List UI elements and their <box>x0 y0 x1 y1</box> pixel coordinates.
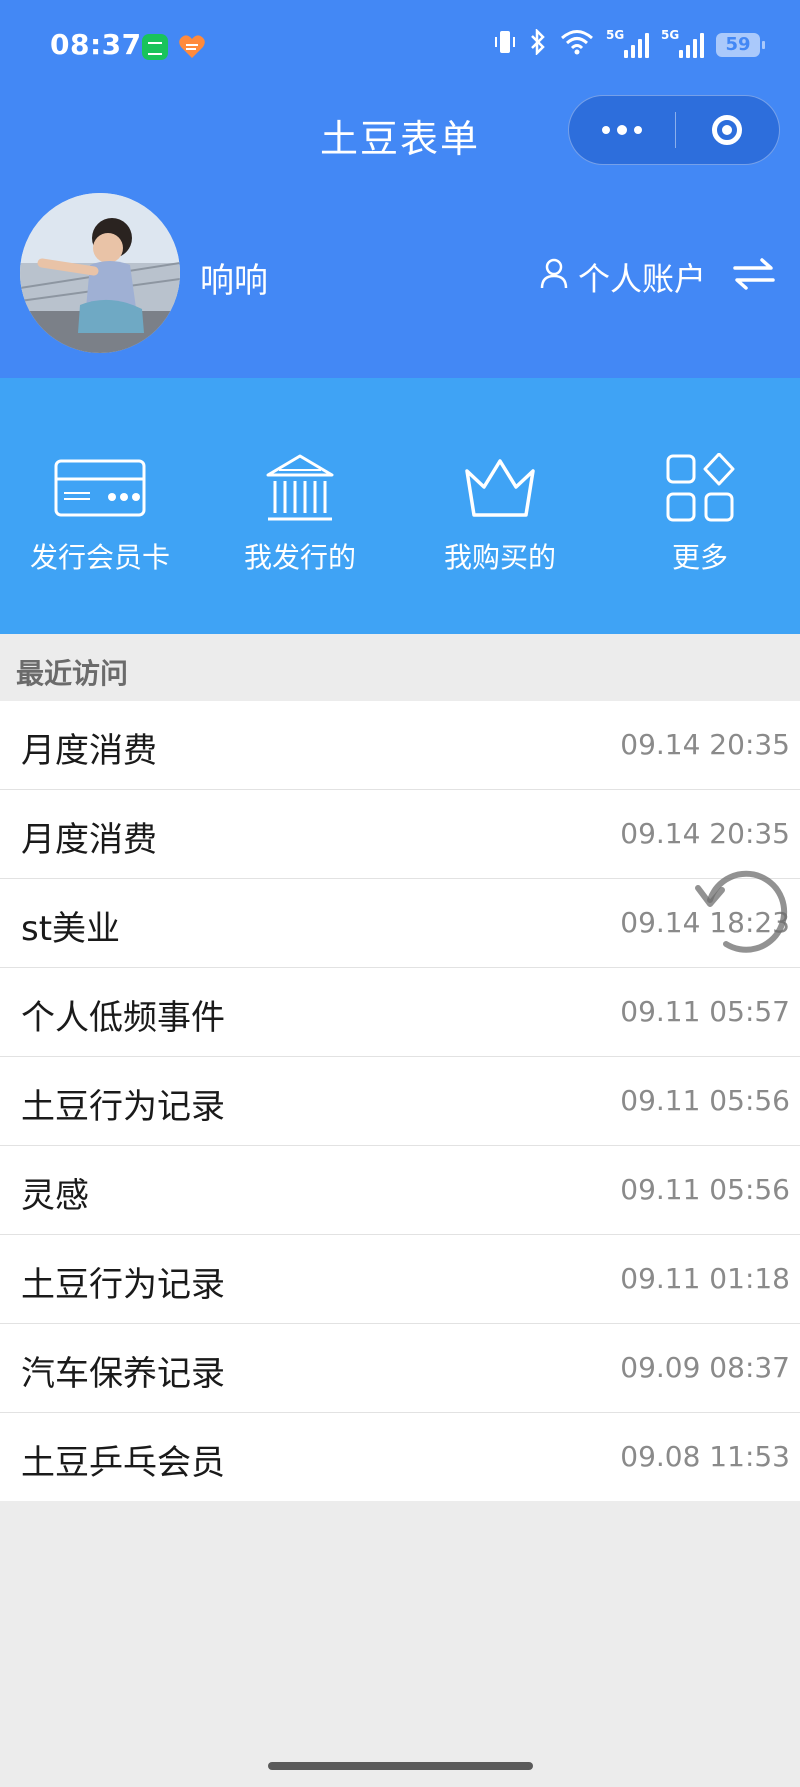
signal-strength-icon-2: 5G <box>661 28 704 58</box>
item-name: 月度消费 <box>21 820 157 860</box>
item-name: 灵感 <box>21 1176 89 1216</box>
item-name: 土豆行为记录 <box>21 1265 225 1305</box>
item-name: 土豆乒乓会员 <box>21 1443 225 1483</box>
item-name: st美业 <box>21 909 121 949</box>
grid-more-icon <box>600 448 800 528</box>
recent-list: 月度消费 09.14 20:35 月度消费 09.14 20:35 st美业 09.1… <box>0 701 800 1501</box>
avatar[interactable] <box>20 193 180 353</box>
more-options-button[interactable] <box>569 96 675 164</box>
recent-heading: 最近访问 <box>16 657 129 690</box>
item-time: 09.11 05:56 <box>620 1173 790 1206</box>
close-miniprogram-button[interactable] <box>675 96 779 164</box>
menu-item-my-purchased[interactable]: 我购买的 <box>400 378 600 634</box>
username: 响响 <box>200 261 268 301</box>
target-icon <box>712 115 742 145</box>
account-label: 个人账户 <box>578 260 707 298</box>
item-name: 个人低频事件 <box>21 998 225 1038</box>
list-item[interactable]: 月度消费 09.14 20:35 <box>0 701 800 790</box>
menu-label: 发行会员卡 <box>29 541 170 574</box>
battery-indicator: 59 <box>716 33 765 57</box>
menu-label: 我发行的 <box>243 541 356 574</box>
user-icon <box>540 257 568 297</box>
miniprogram-capsule <box>568 95 780 165</box>
quick-menu: 发行会员卡 我发行的 我购买的 更多 <box>0 378 800 634</box>
vibrate-icon <box>494 29 516 61</box>
item-name: 土豆行为记录 <box>21 1087 225 1127</box>
menu-item-issue-card[interactable]: 发行会员卡 <box>0 378 200 634</box>
crown-icon <box>400 448 600 528</box>
signal-strength-icon: 5G <box>606 28 649 58</box>
header-area: 08:37 5G 5G 59 土豆表单 响响 个人账户 <box>0 0 800 378</box>
membership-card-icon <box>0 448 200 528</box>
switch-account-icon[interactable] <box>732 256 776 296</box>
list-item[interactable]: 月度消费 09.14 20:35 <box>0 790 800 879</box>
bluetooth-icon <box>528 27 548 61</box>
list-item[interactable]: 个人低频事件 09.11 05:57 <box>0 968 800 1057</box>
item-name: 汽车保养记录 <box>21 1354 225 1394</box>
refresh-spinner-icon <box>688 858 788 958</box>
status-bar: 08:37 5G 5G 59 <box>0 0 800 90</box>
home-indicator[interactable] <box>268 1762 533 1770</box>
menu-item-my-issued[interactable]: 我发行的 <box>200 378 400 634</box>
item-time: 09.11 05:57 <box>620 995 790 1028</box>
list-item[interactable]: st美业 09.14 18:23 <box>0 879 800 968</box>
list-item[interactable]: 土豆乒乓会员 09.08 11:53 <box>0 1413 800 1501</box>
item-time: 09.08 11:53 <box>620 1440 790 1473</box>
status-time: 08:37 <box>50 28 142 61</box>
menu-label: 更多 <box>671 541 728 574</box>
list-item[interactable]: 汽车保养记录 09.09 08:37 <box>0 1324 800 1413</box>
menu-item-more[interactable]: 更多 <box>600 378 800 634</box>
item-time: 09.11 01:18 <box>620 1262 790 1295</box>
list-item[interactable]: 灵感 09.11 05:56 <box>0 1146 800 1235</box>
menu-label: 我购买的 <box>443 541 556 574</box>
item-name: 月度消费 <box>21 731 157 771</box>
list-item[interactable]: 土豆行为记录 09.11 05:56 <box>0 1057 800 1146</box>
heart-app-icon <box>178 34 205 60</box>
item-time: 09.09 08:37 <box>620 1351 790 1384</box>
wifi-icon <box>560 29 594 61</box>
personal-account-button[interactable]: 个人账户 <box>540 254 706 300</box>
message-app-icon <box>142 34 168 60</box>
item-time: 09.14 20:35 <box>620 728 790 761</box>
item-time: 09.14 20:35 <box>620 817 790 850</box>
list-item[interactable]: 土豆行为记录 09.11 01:18 <box>0 1235 800 1324</box>
bank-icon <box>200 448 400 528</box>
item-time: 09.11 05:56 <box>620 1084 790 1117</box>
